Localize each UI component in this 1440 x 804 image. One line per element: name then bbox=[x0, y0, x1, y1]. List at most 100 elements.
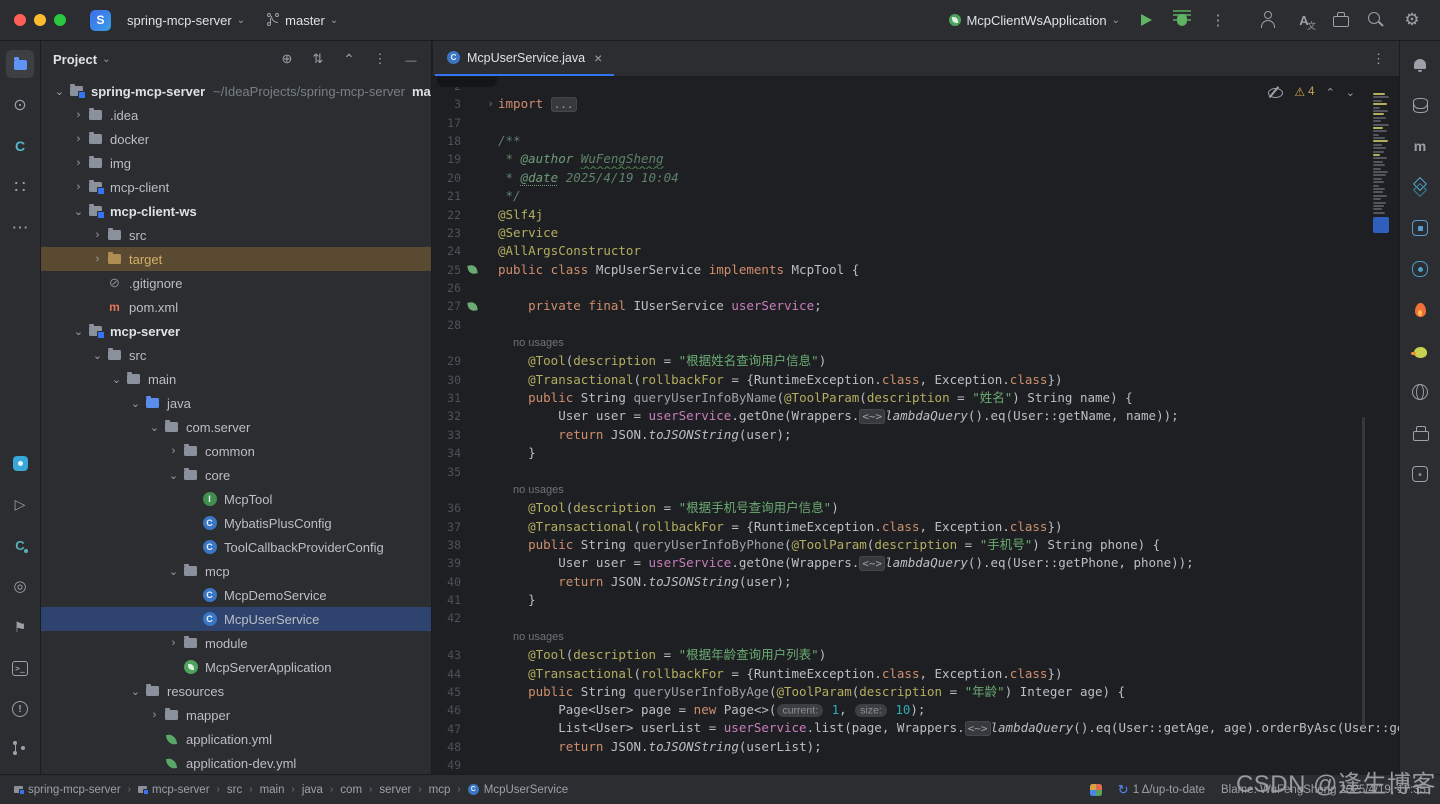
chevron-down-icon[interactable]: ⌄ bbox=[127, 397, 144, 410]
chevron-right-icon[interactable]: › bbox=[70, 157, 87, 169]
chevron-down-icon[interactable]: ⌄ bbox=[70, 205, 87, 218]
tree-item-src[interactable]: › src bbox=[41, 223, 431, 247]
tab-mcpuserservice-java[interactable]: C McpUserService.java × bbox=[435, 41, 615, 76]
vcs-status-widget[interactable]: ↻ 1 Δ/up-to-date bbox=[1118, 782, 1205, 798]
chevron-down-icon[interactable]: ⌄ bbox=[51, 85, 68, 98]
tree-item--idea[interactable]: › .idea bbox=[41, 103, 431, 127]
line-number[interactable]: 3 bbox=[433, 95, 461, 113]
breadcrumb-item-mcpuserservice[interactable]: C McpUserService bbox=[467, 784, 568, 796]
code-editor[interactable]: 23›import ...1718/**19 * @author WuFengS… bbox=[433, 77, 1399, 774]
code-line[interactable]: 40 return JSON.toJSONString(user); bbox=[433, 573, 1399, 591]
minimize-window-button[interactable] bbox=[34, 14, 46, 26]
collapse-all-icon[interactable] bbox=[341, 51, 357, 68]
line-number[interactable]: 41 bbox=[433, 591, 461, 609]
chevron-right-icon[interactable]: › bbox=[89, 229, 106, 241]
tree-item-mcptool[interactable]: I McpTool bbox=[41, 487, 431, 511]
chevron-right-icon[interactable]: › bbox=[165, 445, 182, 457]
tree-item-img[interactable]: › img bbox=[41, 151, 431, 175]
breadcrumb-item-java[interactable]: java bbox=[302, 784, 323, 796]
chevron-down-icon[interactable]: ⌄ bbox=[89, 349, 106, 362]
warnings-badge[interactable]: ⚠ 4 bbox=[1294, 85, 1314, 99]
plugin-icon[interactable] bbox=[6, 449, 34, 477]
hide-panel-icon[interactable] bbox=[403, 52, 419, 67]
chevron-down-icon[interactable]: ⌄ bbox=[127, 685, 144, 698]
run-icon[interactable] bbox=[1132, 6, 1160, 34]
tree-item-src[interactable]: ⌄ src bbox=[41, 343, 431, 367]
tree-item-target[interactable]: › target bbox=[41, 247, 431, 271]
branch-selector[interactable]: master ⌄ bbox=[261, 10, 344, 31]
add-user-icon[interactable] bbox=[1254, 6, 1282, 34]
tree-item-mcp-server[interactable]: ⌄ mcp-server bbox=[41, 319, 431, 343]
code-line[interactable]: 34 } bbox=[433, 444, 1399, 462]
breadcrumb-item-com[interactable]: com bbox=[340, 784, 362, 796]
editor-scrollbar[interactable] bbox=[1362, 417, 1365, 727]
maven-icon[interactable] bbox=[1406, 132, 1434, 160]
line-number[interactable]: 21 bbox=[433, 187, 461, 205]
chevron-down-icon[interactable]: ⌄ bbox=[165, 565, 182, 578]
reader-mode-icon[interactable] bbox=[1267, 86, 1284, 98]
code-line[interactable]: 24 @AllArgsConstructor bbox=[433, 242, 1399, 260]
line-number[interactable]: 45 bbox=[433, 683, 461, 701]
more-actions-icon[interactable] bbox=[1204, 6, 1232, 34]
code-line[interactable]: 29 @Tool(description = "根据姓名查询用户信息") bbox=[433, 352, 1399, 370]
plugin-b-icon[interactable] bbox=[1406, 255, 1434, 283]
line-number[interactable]: 20 bbox=[433, 169, 461, 187]
minimap[interactable] bbox=[1373, 93, 1393, 233]
colored-grid-icon[interactable] bbox=[1089, 783, 1102, 796]
code-inlay-row[interactable]: no usages bbox=[433, 628, 1399, 646]
tree-item--gitignore[interactable]: ⊘ .gitignore bbox=[41, 271, 431, 295]
codegeex-icon[interactable] bbox=[6, 132, 34, 160]
code-line[interactable]: 21 */ bbox=[433, 187, 1399, 205]
close-window-button[interactable] bbox=[14, 14, 26, 26]
line-number[interactable]: 22 bbox=[433, 206, 461, 224]
tree-item-main[interactable]: ⌄ main bbox=[41, 367, 431, 391]
run-icon[interactable] bbox=[6, 490, 34, 518]
minimap-thumb[interactable] bbox=[1373, 216, 1389, 233]
code-line[interactable]: 25 public class McpUserService implements… bbox=[433, 261, 1399, 279]
terminal-icon[interactable] bbox=[6, 654, 34, 682]
tree-item-mcpuserservice[interactable]: C McpUserService bbox=[41, 607, 431, 631]
line-number[interactable]: 49 bbox=[433, 756, 461, 774]
code-line[interactable]: 46 Page<User> page = new Page<>(current:… bbox=[433, 701, 1399, 719]
more-icon[interactable] bbox=[6, 214, 34, 242]
tree-item-mapper[interactable]: › mapper bbox=[41, 703, 431, 727]
line-number[interactable]: 46 bbox=[433, 701, 461, 719]
translate-icon[interactable] bbox=[1290, 6, 1318, 34]
tree-item-toolcallbackproviderconfig[interactable]: C ToolCallbackProviderConfig bbox=[41, 535, 431, 559]
usages-hint[interactable]: no usages bbox=[498, 628, 564, 646]
code-line[interactable]: 45 public String queryUserInfoByAge(@Too… bbox=[433, 683, 1399, 701]
problems-icon[interactable] bbox=[6, 695, 34, 723]
previous-problem-icon[interactable]: ⌃ bbox=[1326, 86, 1335, 99]
debug-icon[interactable] bbox=[1168, 6, 1196, 34]
breadcrumb-item-mcp-server[interactable]: mcp-server bbox=[138, 784, 210, 796]
code-line[interactable]: 39 User user = userService.getOne(Wrappe… bbox=[433, 554, 1399, 572]
code-inlay-row[interactable]: no usages bbox=[433, 334, 1399, 352]
services-icon[interactable] bbox=[6, 173, 34, 201]
tree-item-mcp[interactable]: ⌄ mcp bbox=[41, 559, 431, 583]
database-icon[interactable] bbox=[1406, 91, 1434, 119]
tree-item-mcp-client[interactable]: › mcp-client bbox=[41, 175, 431, 199]
line-number[interactable]: 17 bbox=[433, 114, 461, 132]
toolbox-icon[interactable] bbox=[1326, 6, 1354, 34]
tree-item-resources[interactable]: ⌄ resources bbox=[41, 679, 431, 703]
tree-item-mcpserverapplication[interactable]: McpServerApplication bbox=[41, 655, 431, 679]
line-number[interactable]: 42 bbox=[433, 609, 461, 627]
zoom-window-button[interactable] bbox=[54, 14, 66, 26]
tree-item-common[interactable]: › common bbox=[41, 439, 431, 463]
chevron-down-icon[interactable]: ⌄ bbox=[108, 373, 125, 386]
duck-icon[interactable] bbox=[1406, 337, 1434, 365]
line-number[interactable]: 29 bbox=[433, 352, 461, 370]
project-panel-title[interactable]: Project bbox=[53, 52, 97, 67]
settings-icon[interactable] bbox=[1398, 6, 1426, 34]
fold-collapsed-icon[interactable]: › bbox=[483, 95, 498, 113]
chevron-down-icon[interactable]: ⌄ bbox=[70, 325, 87, 338]
printer-icon[interactable] bbox=[1406, 419, 1434, 447]
line-number[interactable]: 24 bbox=[433, 242, 461, 260]
chevron-right-icon[interactable]: › bbox=[146, 709, 163, 721]
code-line[interactable]: 23 @Service bbox=[433, 224, 1399, 242]
spring-bean-icon[interactable] bbox=[466, 301, 478, 312]
line-number[interactable]: 18 bbox=[433, 132, 461, 150]
code-line[interactable]: 32 User user = userService.getOne(Wrappe… bbox=[433, 407, 1399, 425]
code-line[interactable]: 3 › import ... bbox=[433, 95, 1399, 113]
tree-item-mcpdemoservice[interactable]: C McpDemoService bbox=[41, 583, 431, 607]
